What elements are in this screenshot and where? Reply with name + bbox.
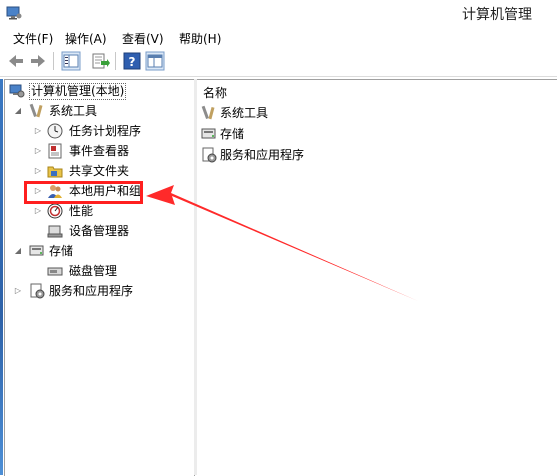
computer-management-icon: [6, 6, 22, 20]
show-hide-console-tree-icon[interactable]: [61, 51, 81, 71]
menu-help[interactable]: 帮助(H): [179, 30, 221, 47]
shared-folder-icon: [47, 166, 63, 178]
svg-text:?: ?: [129, 55, 136, 69]
menu-view[interactable]: 查看(V): [122, 30, 164, 47]
tree-item-label: 共享文件夹: [69, 164, 130, 178]
tree-item-root[interactable]: 计算机管理(本地): [7, 82, 191, 100]
performance-icon: [47, 203, 63, 219]
menu-action[interactable]: 操作(A): [65, 30, 107, 47]
device-manager-icon: [47, 225, 63, 238]
tree-item-label: 设备管理器: [69, 224, 130, 238]
storage-icon: [29, 245, 44, 256]
forward-icon[interactable]: [28, 51, 48, 71]
tree-item-disk-management[interactable]: 磁盘管理: [7, 262, 191, 280]
list-item[interactable]: 系统工具: [201, 104, 401, 122]
services-icon: [202, 147, 217, 163]
tree-item-label: 存储: [49, 244, 74, 258]
back-icon[interactable]: [6, 51, 26, 71]
expand-arrow-icon[interactable]: ▷: [33, 162, 43, 180]
title-bar: 计算机管理: [0, 0, 557, 28]
column-header-name[interactable]: 名称: [203, 84, 227, 101]
desktop-edge: [0, 79, 3, 475]
list-item[interactable]: 服务和应用程序: [201, 146, 401, 164]
clock-icon: [47, 123, 63, 139]
tree-item-label: 服务和应用程序: [49, 284, 134, 298]
tree-item-label: 任务计划程序: [69, 124, 142, 138]
disk-icon: [47, 267, 63, 276]
list-item-label: 存储: [220, 127, 245, 141]
toolbar-separator: [53, 52, 54, 70]
event-viewer-icon: [48, 143, 62, 159]
tree-item-label: 性能: [69, 204, 94, 218]
tree-item-label: 系统工具: [49, 104, 98, 118]
tree-item-system-tools[interactable]: ◢ 系统工具: [7, 102, 191, 120]
help-icon[interactable]: ?: [122, 51, 142, 71]
collapse-arrow-icon[interactable]: ◢: [13, 242, 23, 260]
expand-arrow-icon[interactable]: ▷: [13, 282, 23, 300]
menu-file[interactable]: 文件(F): [13, 30, 53, 47]
tree-item-task-scheduler[interactable]: ▷ 任务计划程序: [7, 122, 191, 140]
tree-item-performance[interactable]: ▷ 性能: [7, 202, 191, 220]
expand-arrow-icon[interactable]: ▷: [33, 142, 43, 160]
expand-arrow-icon[interactable]: ▷: [33, 202, 43, 220]
tree-item-shared-folders[interactable]: ▷ 共享文件夹: [7, 162, 191, 180]
tree-item-services-apps[interactable]: ▷ 服务和应用程序: [7, 282, 191, 300]
services-icon: [30, 283, 45, 299]
list-item-label: 服务和应用程序: [220, 148, 305, 162]
console-tree-pane[interactable]: 计算机管理(本地) ◢ 系统工具 ▷ 任务计划程序 ▷ 事件查看器 ▷ 共享文件…: [4, 79, 195, 476]
result-list-pane[interactable]: 名称 系统工具 存储 服务和应用程序: [197, 79, 557, 476]
export-list-icon[interactable]: [90, 51, 110, 71]
tree-item-label: 事件查看器: [69, 144, 130, 158]
tree-item-label: 磁盘管理: [69, 264, 118, 278]
computer-management-icon: [9, 84, 25, 98]
annotation-highlight-box: [24, 181, 143, 204]
tree-item-event-viewer[interactable]: ▷ 事件查看器: [7, 142, 191, 160]
system-tools-icon: [201, 105, 215, 120]
tree-item-label: 计算机管理(本地): [29, 83, 127, 100]
expand-arrow-icon[interactable]: ▷: [33, 122, 43, 140]
toolbar-separator: [115, 52, 116, 70]
properties-icon[interactable]: [145, 51, 165, 71]
menu-bar: 文件(F) 操作(A) 查看(V) 帮助(H): [0, 28, 557, 48]
list-item[interactable]: 存储: [201, 125, 401, 143]
storage-icon: [201, 128, 216, 139]
toolbar: ?: [0, 48, 557, 77]
window-title: 计算机管理: [462, 7, 532, 23]
system-tools-icon: [29, 103, 43, 118]
list-item-label: 系统工具: [220, 106, 269, 120]
tree-item-storage[interactable]: ◢ 存储: [7, 242, 191, 260]
collapse-arrow-icon[interactable]: ◢: [13, 102, 23, 120]
tree-item-device-manager[interactable]: 设备管理器: [7, 222, 191, 240]
